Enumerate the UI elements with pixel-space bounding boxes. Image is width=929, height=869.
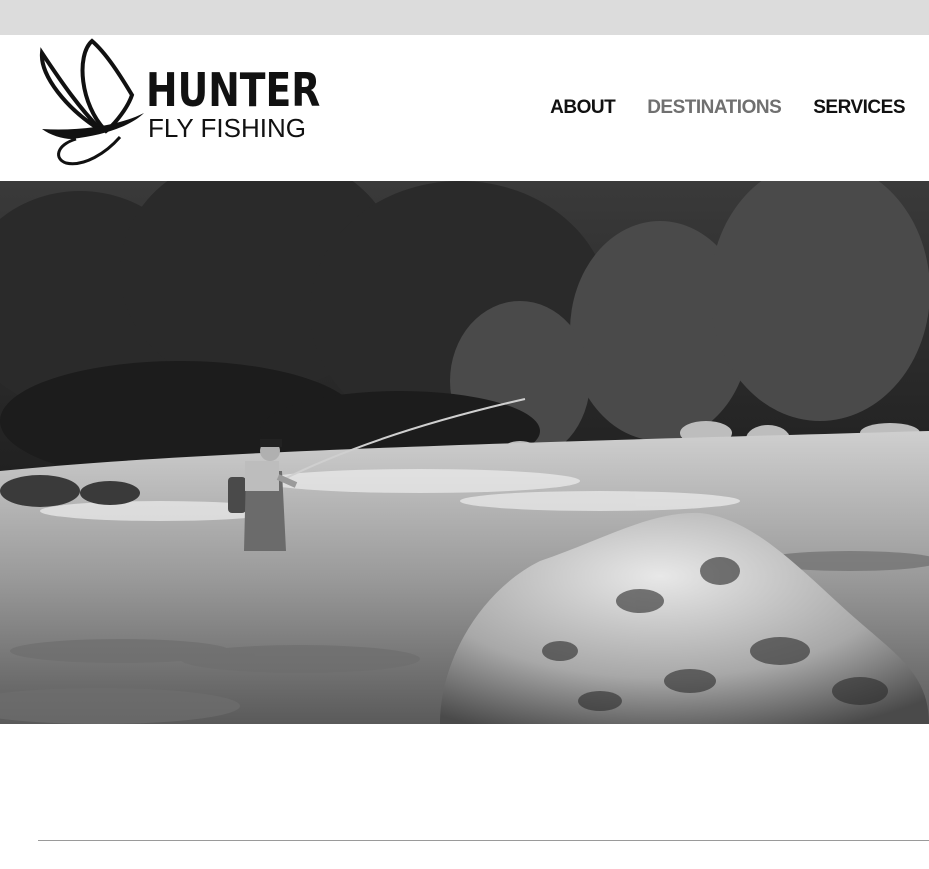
mayfly-wing-icon: [39, 38, 144, 166]
angler-wading-river-photo: [0, 181, 929, 724]
section-divider: [38, 840, 929, 841]
site-logo[interactable]: HUNTER FLY FISHING: [36, 35, 336, 181]
top-strip: [0, 0, 929, 35]
main-nav: ABOUT DESTINATIONS SERVICES: [550, 97, 905, 119]
hero-image: [0, 181, 929, 724]
nav-services[interactable]: SERVICES: [813, 97, 905, 119]
nav-about[interactable]: ABOUT: [550, 97, 616, 119]
brand-name-secondary: FLY FISHING: [148, 113, 306, 143]
brand-name-primary: HUNTER: [146, 63, 321, 117]
nav-destinations[interactable]: DESTINATIONS: [647, 97, 782, 119]
site-header: HUNTER FLY FISHING ABOUT DESTINATIONS SE…: [0, 35, 929, 181]
